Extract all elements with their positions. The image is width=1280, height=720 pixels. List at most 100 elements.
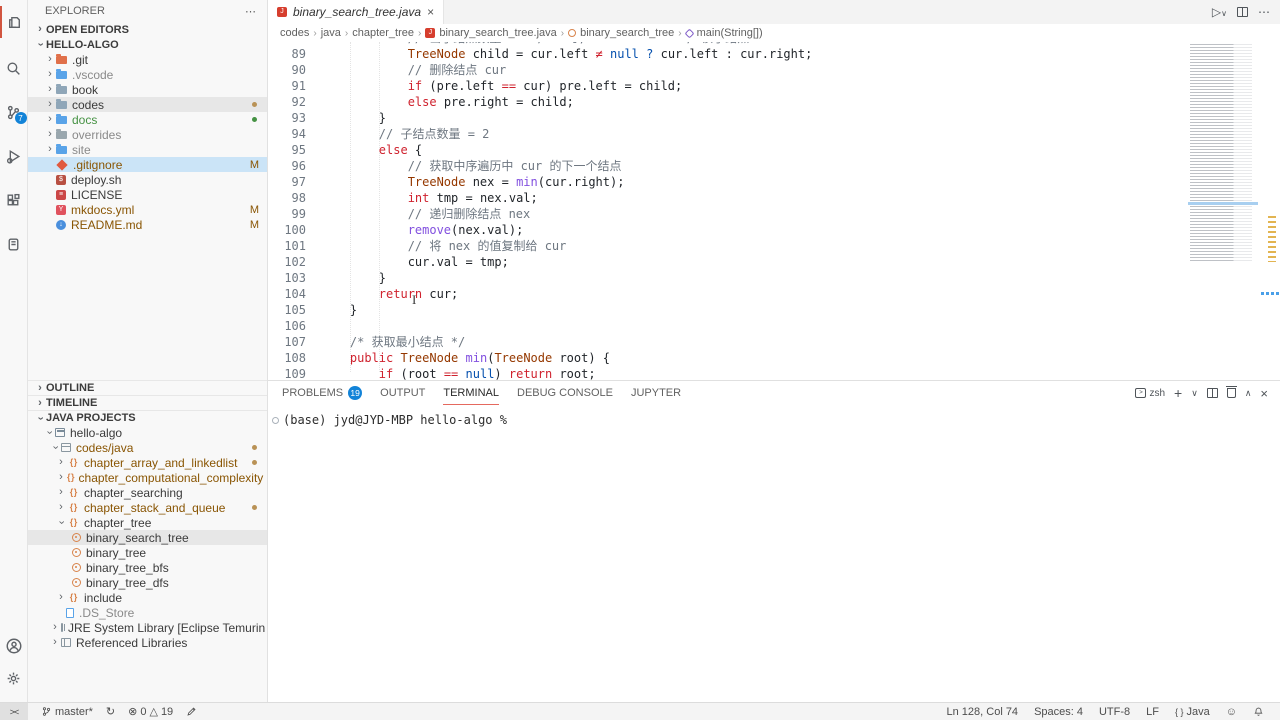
code-line[interactable]: // 将 nex 的值复制给 cur — [321, 238, 812, 254]
terminal-content[interactable]: (base) jyd@JYD-MBP hello-algo % — [268, 405, 1280, 427]
tree-item-book[interactable]: ›book — [28, 82, 267, 97]
source-control-icon[interactable]: 7 — [0, 96, 28, 128]
code-line[interactable]: } — [321, 270, 812, 286]
code-line[interactable]: if (root == null) return root; — [321, 366, 812, 380]
code-line[interactable]: // 删除结点 cur — [321, 62, 812, 78]
tree-item-chapter_tree[interactable]: ›chapter_tree — [28, 515, 267, 530]
code-line[interactable]: return cur; — [321, 286, 812, 302]
search-icon[interactable] — [0, 52, 28, 84]
encoding-setting[interactable]: UTF-8 — [1099, 706, 1130, 718]
tab-output[interactable]: OUTPUT — [380, 381, 425, 405]
tree-item-chapter_array_and_linkedlist[interactable]: ›chapter_array_and_linkedlist — [28, 455, 267, 470]
remote-indicator[interactable]: >< — [0, 703, 28, 720]
language-mode[interactable]: { } Java — [1175, 706, 1210, 718]
tree-item-LICENSE[interactable]: ›≡LICENSE — [28, 187, 267, 202]
explorer-icon[interactable] — [0, 6, 28, 38]
kill-terminal-icon[interactable] — [1227, 388, 1236, 398]
settings-gear-icon[interactable] — [0, 662, 28, 694]
code-line[interactable]: } — [321, 302, 812, 318]
breadcrumb-file[interactable]: binary_search_tree.java — [439, 27, 556, 39]
java-launch-icon[interactable] — [186, 706, 197, 717]
tab-problems[interactable]: PROBLEMS 19 — [282, 381, 362, 405]
code-line[interactable]: /* 获取最小结点 */ — [321, 334, 812, 350]
split-editor-icon[interactable] — [1237, 7, 1248, 17]
tab-debug-console[interactable]: DEBUG CONSOLE — [517, 381, 613, 405]
code-line[interactable]: public TreeNode min(TreeNode root) { — [321, 350, 812, 366]
tree-item-.git[interactable]: ›.git — [28, 52, 267, 67]
breadcrumb-method[interactable]: main(String[]) — [697, 27, 763, 39]
breadcrumb-codes[interactable]: codes — [280, 27, 309, 39]
more-actions-icon[interactable]: ⋯ — [1258, 5, 1270, 19]
breadcrumb-java[interactable]: java — [321, 27, 341, 39]
branch-indicator[interactable]: master* — [41, 706, 93, 718]
cursor-position[interactable]: Ln 128, Col 74 — [947, 706, 1019, 718]
tree-item-.vscode[interactable]: ›.vscode — [28, 67, 267, 82]
tree-item-docs[interactable]: ›docs — [28, 112, 267, 127]
code-line[interactable]: // 获取中序遍历中 cur 的下一个结点 — [321, 158, 812, 174]
eol-setting[interactable]: LF — [1146, 706, 1159, 718]
code-line[interactable]: else { — [321, 142, 812, 158]
maximize-panel-icon[interactable]: ∧ — [1245, 388, 1252, 399]
extensions-icon[interactable] — [0, 184, 28, 216]
more-actions-icon[interactable]: ⋯ — [245, 5, 257, 18]
tree-item-include[interactable]: ›include — [28, 590, 267, 605]
indentation-setting[interactable]: Spaces: 4 — [1034, 706, 1083, 718]
minimap[interactable] — [1190, 32, 1252, 262]
breadcrumb-chapter-tree[interactable]: chapter_tree — [352, 27, 414, 39]
problems-indicator[interactable]: ⊗ 0 △ 19 — [128, 705, 173, 718]
code-line[interactable]: // 子结点数量 = 2 — [321, 126, 812, 142]
code-line[interactable] — [321, 318, 812, 334]
code-editor[interactable]: 8889909192939495969798991001011021031041… — [268, 42, 1280, 380]
tree-item-.DS_Store[interactable]: .DS_Store — [28, 605, 267, 620]
tree-item-binary_tree_dfs[interactable]: binary_tree_dfs — [28, 575, 267, 590]
tab-jupyter[interactable]: JUPYTER — [631, 381, 681, 405]
tab-terminal[interactable]: TERMINAL — [443, 381, 499, 405]
code-line[interactable]: // 递归删除结点 nex — [321, 206, 812, 222]
tree-item-binary_tree_bfs[interactable]: binary_tree_bfs — [28, 560, 267, 575]
tree-item-README.md[interactable]: ›↓README.mdM — [28, 217, 267, 232]
run-debug-icon[interactable] — [0, 140, 28, 172]
code-line[interactable]: int tmp = nex.val; — [321, 190, 812, 206]
tree-item-chapter_stack_and_queue[interactable]: ›chapter_stack_and_queue — [28, 500, 267, 515]
feedback-icon[interactable]: ☺ — [1226, 706, 1237, 718]
code-line[interactable]: } — [321, 110, 812, 126]
tree-item-deploy.sh[interactable]: ›$deploy.sh — [28, 172, 267, 187]
code-line[interactable]: cur.val = tmp; — [321, 254, 812, 270]
account-icon[interactable] — [0, 630, 28, 662]
tree-item-site[interactable]: ›site — [28, 142, 267, 157]
tree-item-.gitignore[interactable]: ›.gitignoreM — [28, 157, 267, 172]
tab-binary-search-tree[interactable]: J binary_search_tree.java × — [268, 0, 444, 24]
terminal-dropdown-icon[interactable]: ∨ — [1191, 388, 1198, 399]
java-projects-section-header[interactable]: › JAVA PROJECTS — [28, 410, 267, 425]
new-terminal-button[interactable]: + — [1174, 385, 1182, 401]
tree-item-binary_tree[interactable]: binary_tree — [28, 545, 267, 560]
notebook-icon[interactable] — [0, 228, 28, 260]
code-line[interactable]: if (pre.left == cur) pre.left = child; — [321, 78, 812, 94]
tree-item-mkdocs.yml[interactable]: ›Ymkdocs.ymlM — [28, 202, 267, 217]
close-panel-icon[interactable]: × — [1260, 386, 1268, 401]
code-line[interactable]: TreeNode nex = min(cur.right); — [321, 174, 812, 190]
shell-selector[interactable]: > zsh — [1135, 388, 1165, 399]
tree-item-hello-algo[interactable]: ›hello-algo — [28, 425, 267, 440]
close-icon[interactable]: × — [427, 5, 434, 19]
notifications-bell-icon[interactable] — [1253, 706, 1264, 717]
tree-item-overrides[interactable]: ›overrides — [28, 127, 267, 142]
tree-item-Referenced Libraries[interactable]: ›Referenced Libraries — [28, 635, 267, 650]
run-button[interactable]: ▷∨ — [1212, 5, 1227, 19]
sync-button[interactable]: ↻ — [106, 705, 115, 718]
tree-item-chapter_computational_complexity[interactable]: ›chapter_computational_complexity — [28, 470, 267, 485]
code-line[interactable]: else pre.right = child; — [321, 94, 812, 110]
tree-item-codes/java[interactable]: ›codes/java — [28, 440, 267, 455]
code-line[interactable]: remove(nex.val); — [321, 222, 812, 238]
tree-item-codes[interactable]: ›codes — [28, 97, 267, 112]
timeline-section-header[interactable]: › TIMELINE — [28, 395, 267, 410]
tree-item-binary_search_tree[interactable]: binary_search_tree — [28, 530, 267, 545]
code-line[interactable]: TreeNode child = cur.left ≠ null ? cur.l… — [321, 46, 812, 62]
split-terminal-icon[interactable] — [1207, 388, 1218, 398]
breadcrumb-class[interactable]: binary_search_tree — [580, 27, 674, 39]
outline-section-header[interactable]: › OUTLINE — [28, 380, 267, 395]
tree-item-JRE System Library [Eclipse Temurin 17 [17....[interactable]: ›JRE System Library [Eclipse Temurin 17 … — [28, 620, 267, 635]
tree-item-chapter_searching[interactable]: ›chapter_searching — [28, 485, 267, 500]
root-folder-header[interactable]: › HELLO-ALGO — [28, 37, 267, 52]
open-editors-header[interactable]: › OPEN EDITORS — [28, 22, 267, 37]
